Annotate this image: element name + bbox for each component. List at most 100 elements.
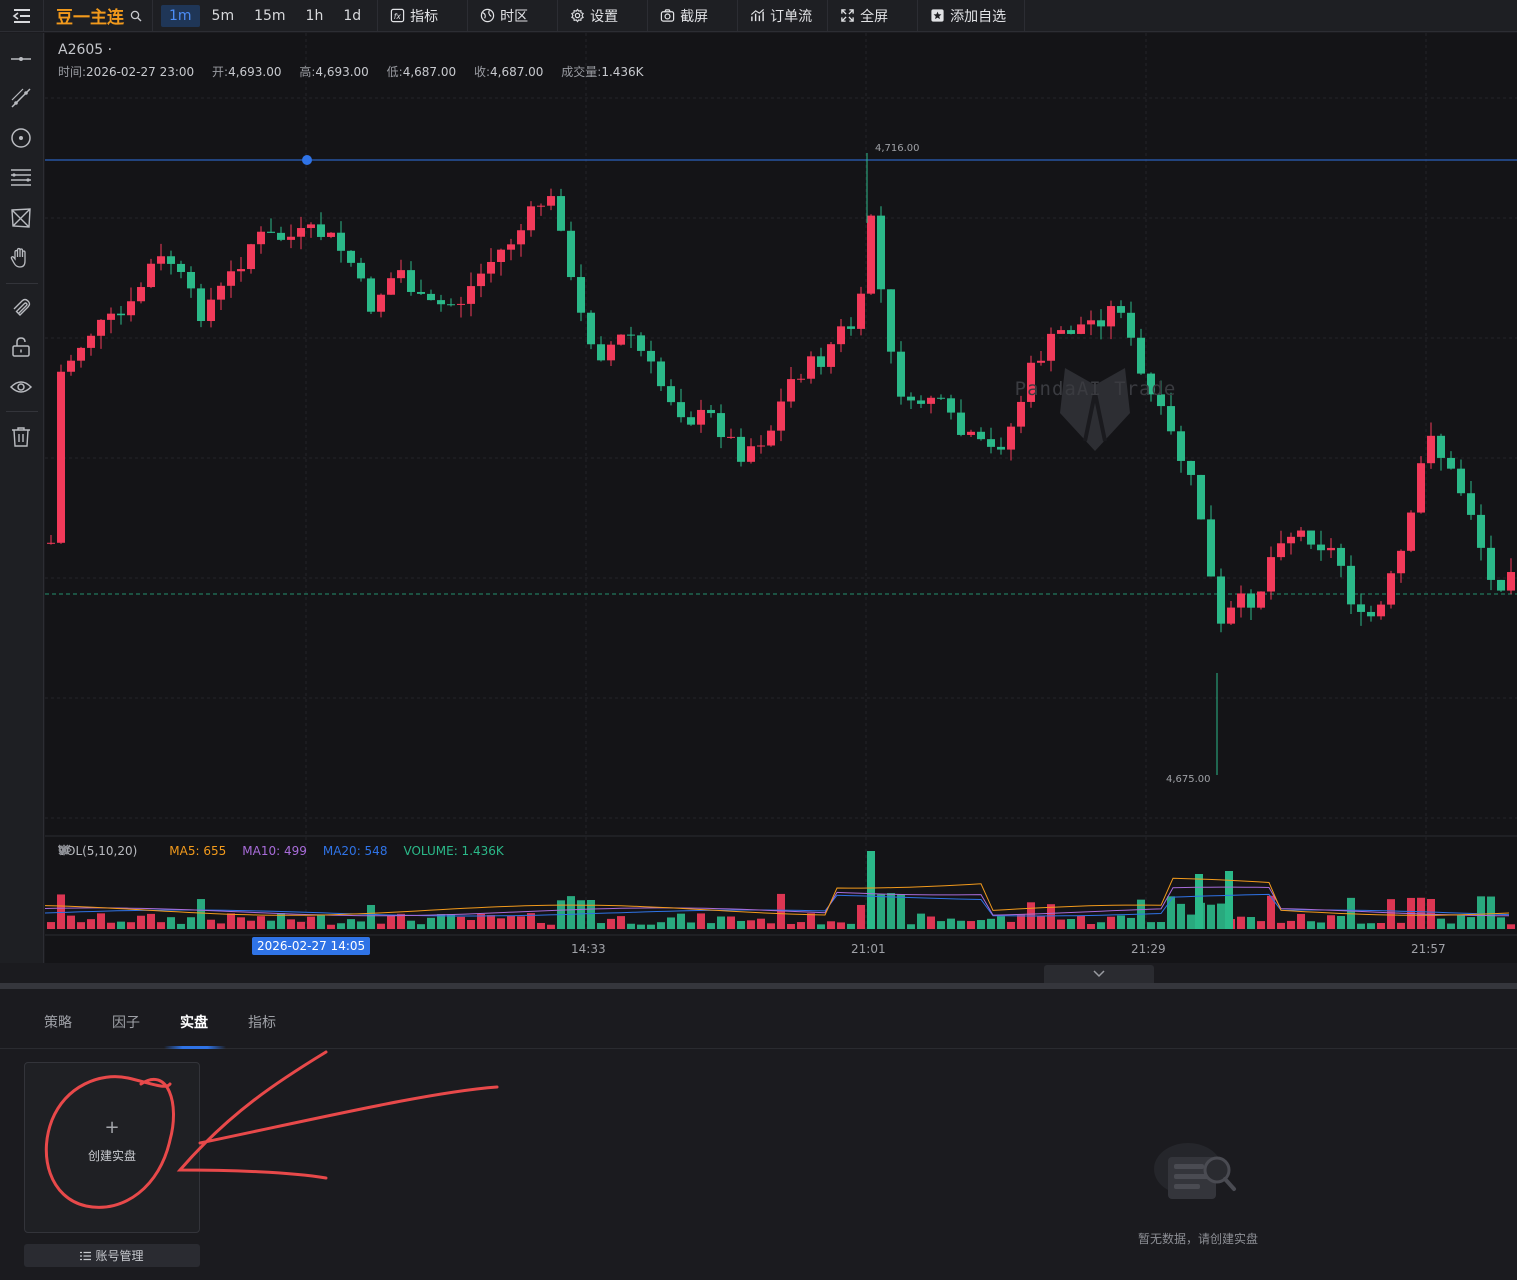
high-value: 4,693.00 — [315, 65, 369, 79]
hand-icon[interactable] — [7, 244, 35, 272]
volume-bar — [1477, 896, 1485, 929]
candle-body — [1497, 579, 1505, 591]
volume-bar — [1397, 922, 1405, 929]
candle-body — [527, 206, 535, 231]
gear-icon — [571, 8, 585, 23]
candle-body — [367, 278, 375, 312]
trend-line-icon[interactable] — [7, 84, 35, 112]
x-tick: 14:33 — [571, 942, 606, 956]
candle-body — [1297, 530, 1305, 537]
menu-icon[interactable] — [0, 0, 44, 32]
trash-icon[interactable] — [7, 423, 35, 451]
magnet-icon[interactable] — [7, 293, 35, 321]
candle-body — [927, 397, 935, 404]
empty-data-icon — [1154, 1143, 1236, 1199]
candle-body — [447, 304, 455, 306]
volume-bar — [287, 919, 295, 929]
eye-icon[interactable] — [7, 373, 35, 401]
candle-body — [617, 334, 625, 345]
candle-body — [1317, 544, 1325, 551]
symbol-selector[interactable]: 豆一主连 — [44, 0, 153, 32]
candle-body — [1277, 543, 1285, 558]
circle-icon[interactable] — [7, 124, 35, 152]
volume-bar — [1317, 922, 1325, 929]
volume-bar — [267, 920, 275, 929]
close-icon[interactable] — [58, 844, 69, 855]
settings-label: 设置 — [590, 8, 619, 25]
candle-body — [487, 261, 495, 274]
candle-body — [1037, 360, 1045, 363]
candle-body — [817, 356, 825, 367]
volume-bar — [797, 922, 805, 929]
horizontal-line-icon[interactable] — [7, 45, 35, 73]
tab-strategy[interactable]: 策略 — [44, 1012, 72, 1032]
volume-bar — [937, 921, 945, 929]
pattern-icon[interactable] — [7, 204, 35, 232]
candle-body — [197, 288, 205, 322]
x-tick: 21:57 — [1411, 942, 1446, 956]
low-value: 4,687.00 — [402, 65, 457, 79]
create-live-card[interactable]: + 创建实盘 — [24, 1062, 200, 1233]
candle-body — [67, 360, 75, 372]
lock-icon[interactable] — [7, 333, 35, 361]
interval-1h[interactable]: 1h — [298, 5, 332, 27]
candle-body — [417, 291, 425, 294]
volume-bar — [1497, 917, 1505, 929]
volume-bar — [747, 920, 755, 929]
volume-bar — [157, 922, 165, 929]
tab-live[interactable]: 实盘 — [180, 1012, 208, 1032]
tab-factor[interactable]: 因子 — [112, 1012, 140, 1032]
volume-bar — [347, 919, 355, 929]
candle-body — [437, 300, 445, 305]
timezone-button[interactable]: 时区 — [468, 0, 559, 32]
candle-body — [577, 277, 585, 313]
star-bookmark-icon — [931, 9, 944, 22]
volume-bar — [1507, 924, 1515, 929]
watermark-text: PandaAI Trade — [1014, 378, 1177, 400]
candle-body — [637, 335, 645, 351]
volume-bar — [737, 920, 745, 929]
volume-bar — [1057, 919, 1065, 929]
volume-bar — [487, 915, 495, 929]
collapse-panel-button[interactable] — [1044, 965, 1154, 983]
volume-bar — [1117, 915, 1125, 929]
candle-body — [1487, 547, 1495, 580]
candle-body — [867, 215, 875, 294]
drawing-toolbar — [0, 33, 44, 963]
volume-bar — [1327, 915, 1335, 929]
volume-bar — [1467, 917, 1475, 929]
ma10-value: MA10: 499 — [242, 844, 307, 858]
fullscreen-button[interactable]: 全屏 — [828, 0, 919, 32]
interval-5m[interactable]: 5m — [204, 5, 243, 27]
interval-group: 1m 5m 15m 1h 1d — [153, 0, 379, 32]
interval-1m[interactable]: 1m — [161, 4, 200, 27]
interval-15m[interactable]: 15m — [246, 5, 293, 27]
volume-bar — [787, 923, 795, 929]
candle-body — [717, 413, 725, 438]
candle-body — [997, 446, 1005, 450]
tab-indicator[interactable]: 指标 — [248, 1012, 276, 1032]
interval-1d[interactable]: 1d — [335, 5, 369, 27]
list-icon — [80, 1251, 92, 1260]
indicator-button[interactable]: fx 指标 — [378, 0, 469, 32]
candle-body — [1187, 460, 1195, 475]
volume-bar — [1067, 919, 1075, 929]
price-chart[interactable]: A2605 · 时间:2026-02-27 23:00 开:4,693.00 高… — [45, 33, 1517, 963]
candle-body — [107, 313, 115, 320]
globe-icon — [480, 8, 495, 23]
candle-body — [1097, 320, 1105, 327]
volume-bar — [57, 894, 65, 929]
volume-bar — [337, 923, 345, 929]
fib-lines-icon[interactable] — [7, 164, 35, 192]
candle-body — [297, 228, 305, 237]
line-handle — [302, 155, 312, 165]
volume-bar — [627, 923, 635, 929]
volume-bar — [117, 921, 125, 929]
account-management-button[interactable]: 账号管理 — [24, 1244, 200, 1267]
screenshot-button[interactable]: 截屏 — [648, 0, 739, 32]
settings-button[interactable]: 设置 — [558, 0, 649, 32]
orderflow-button[interactable]: 订单流 — [738, 0, 829, 32]
volume-bar — [547, 924, 555, 929]
add-watchlist-button[interactable]: 添加自选 — [918, 0, 1026, 32]
candlestick-canvas[interactable] — [45, 33, 1517, 963]
